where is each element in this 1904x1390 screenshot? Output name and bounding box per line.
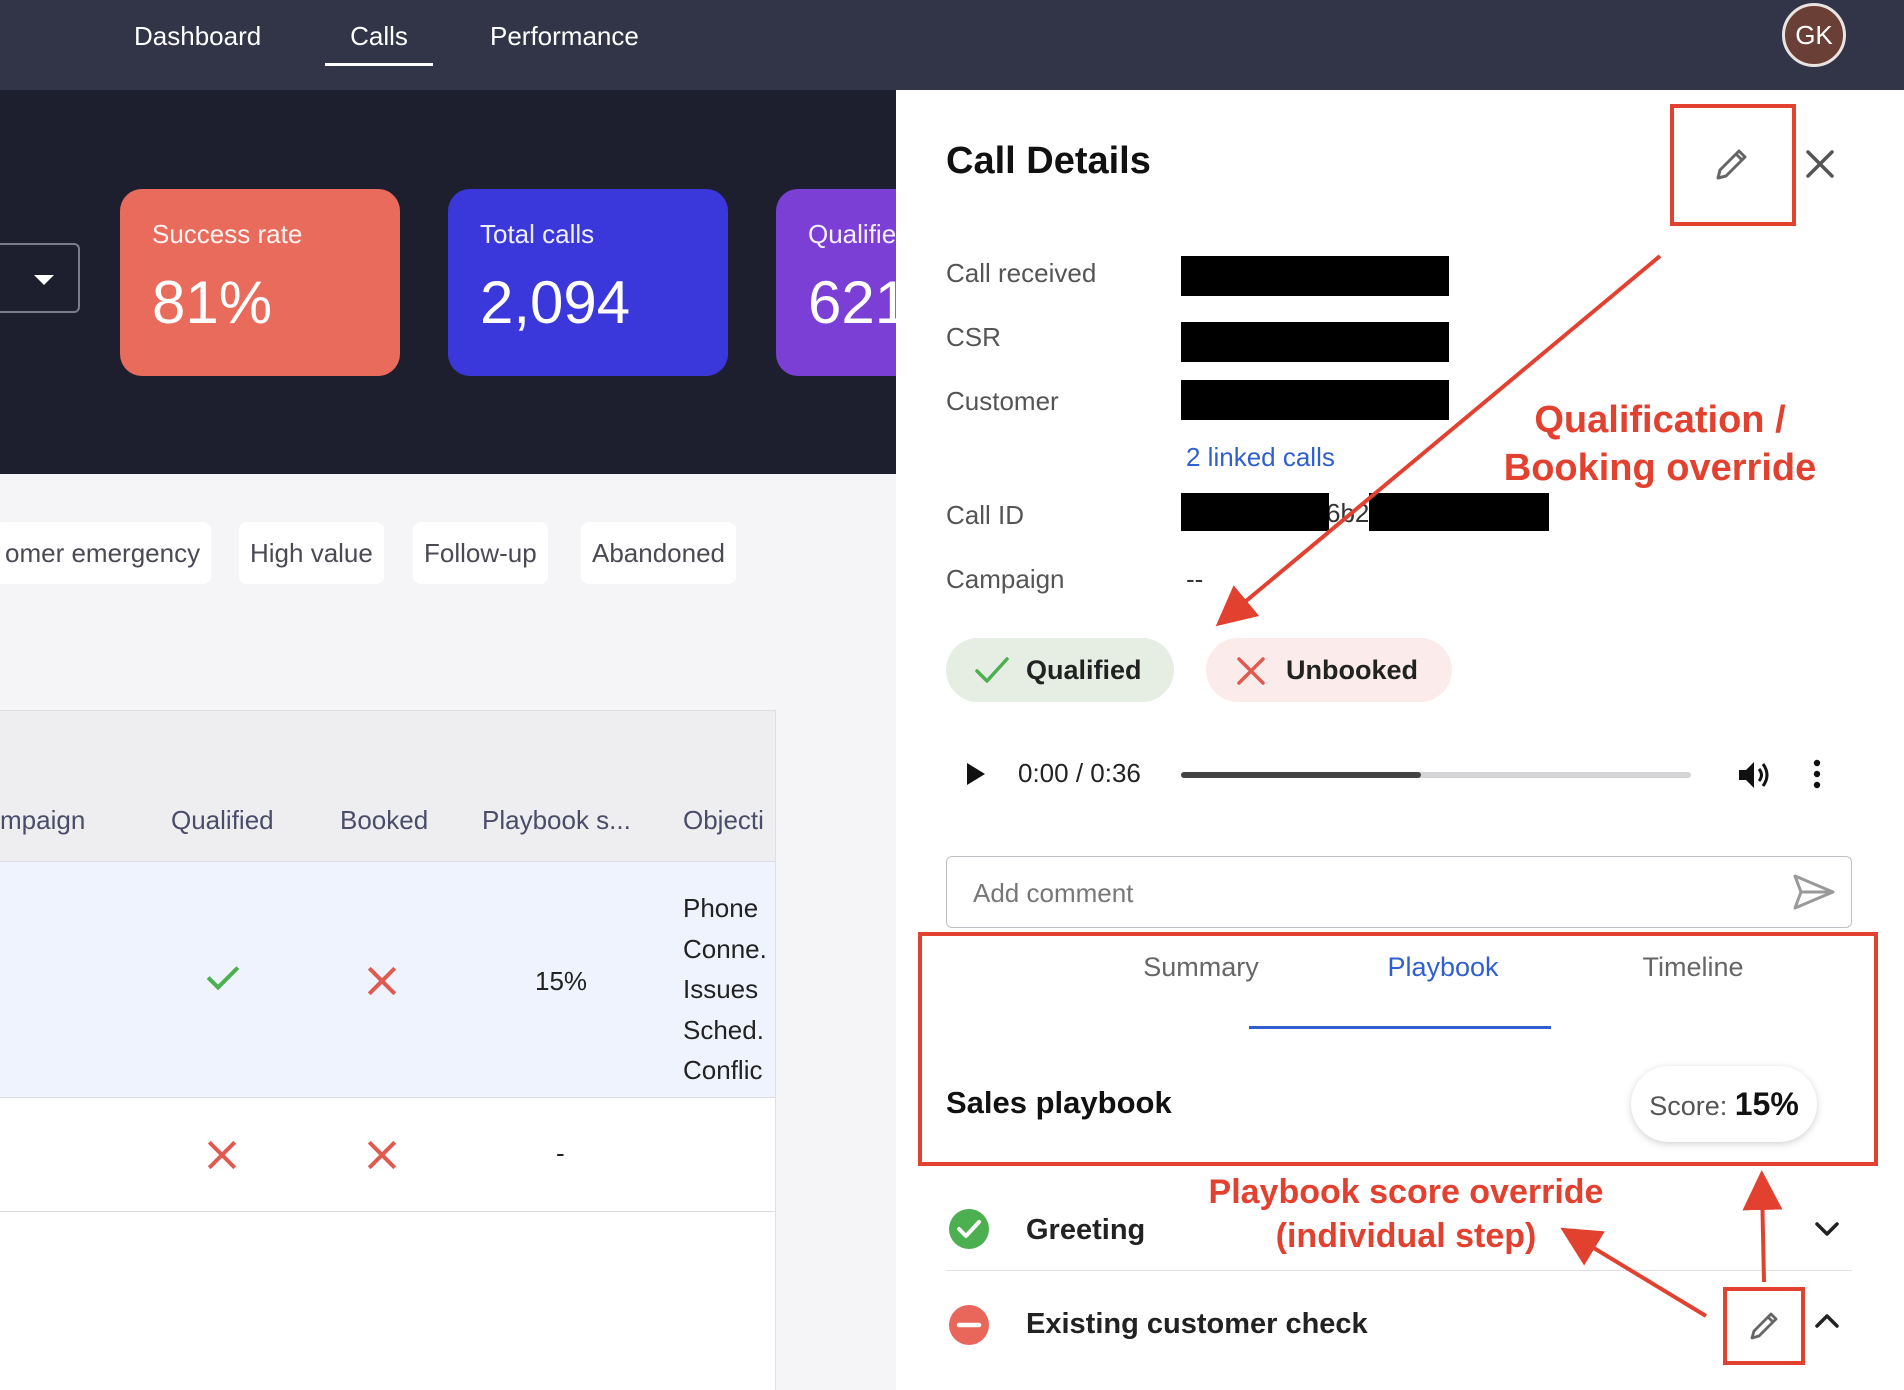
check-icon [975,657,1009,683]
send-icon[interactable] [1792,873,1836,911]
playbook-step-existing-customer[interactable]: Existing customer check [946,1286,1852,1366]
linked-calls-link[interactable]: 2 linked calls [1186,442,1335,473]
comment-box [946,856,1852,928]
stat-label: Total calls [480,219,595,249]
calls-table: mpaign Qualified Booked Playbook s... Ob… [0,710,776,1390]
field-label-csr: CSR [946,322,1001,352]
x-icon [1237,657,1265,685]
stat-label: Qualifie [808,219,896,249]
tag-chip-follow-up[interactable]: Follow-up [413,522,548,584]
table-row[interactable]: - [0,1098,775,1212]
annotation-qualification: Qualification / Booking override [1480,396,1840,492]
redacted-value [1369,493,1549,531]
objections-cell: Phone Conne. Issues Sched. Conflic [683,888,775,1091]
annotation-box-edit [1670,104,1796,226]
stat-label: Success rate [152,219,303,249]
column-header-booked[interactable]: Booked [340,805,428,836]
redacted-value [1181,256,1449,296]
stat-value: 2,094 [480,269,631,336]
tag-chip-high-value[interactable]: High value [239,522,384,584]
unbooked-badge[interactable]: Unbooked [1206,638,1452,702]
nav-active-indicator [325,63,433,66]
step-label: Greeting [1026,1214,1146,1246]
stat-card-total-calls: Total calls 2,094 [448,189,728,376]
objection-line: Sched. [683,1014,764,1045]
nav-dashboard[interactable]: Dashboard [134,0,261,90]
table-header: mpaign Qualified Booked Playbook s... Ob… [0,711,775,862]
annotation-line: (individual step) [1275,1217,1537,1255]
booked-x-icon [367,966,397,996]
objection-line: Issues [683,974,759,1004]
comment-input[interactable] [973,875,1733,911]
qualified-check-icon [206,957,240,991]
more-options-icon[interactable] [1812,758,1822,790]
annotation-playbook-score: Playbook score override (individual step… [1176,1170,1636,1258]
audio-player: 0:00 / 0:36 [946,740,1826,810]
top-navigation: Dashboard Calls Performance GK [0,0,1904,90]
close-icon [1806,150,1834,178]
playbook-score-cell: - [556,1138,565,1168]
redacted-value [1181,493,1329,531]
annotation-box-playbook [918,932,1878,1166]
column-header-qualified[interactable]: Qualified [171,805,274,836]
chevron-up-icon[interactable] [1812,1308,1842,1334]
audio-progress-track[interactable] [1181,772,1691,778]
stat-value: 81% [152,269,273,336]
objection-line: Conne. [683,933,767,964]
redacted-value [1181,380,1449,420]
volume-icon[interactable] [1736,758,1772,792]
qualified-label: Qualified [1026,655,1142,685]
column-header-playbook-score[interactable]: Playbook s... [482,805,631,836]
audio-progress-fill [1181,772,1421,778]
filter-dropdown[interactable] [0,243,80,313]
check-circle-icon [949,1209,989,1249]
campaign-value: -- [1186,564,1204,594]
objection-line: Phone [683,893,759,923]
booked-x-icon [367,1140,397,1170]
unbooked-label: Unbooked [1286,655,1418,685]
stat-card-success-rate: Success rate 81% [120,189,400,376]
avatar[interactable]: GK [1782,3,1846,67]
annotation-box-step-edit [1723,1287,1805,1365]
qualified-badge[interactable]: Qualified [946,638,1174,702]
play-icon[interactable] [964,760,988,788]
nav-calls[interactable]: Calls [325,0,433,90]
field-label-call-id: Call ID [946,500,1025,530]
nav-calls-label: Calls [350,21,408,51]
nav-performance[interactable]: Performance [490,0,639,90]
field-label-campaign: Campaign [946,564,1065,594]
table-row[interactable]: 15% Phone Conne. Issues Sched. Conflic [0,862,775,1098]
chevron-down-icon [34,275,54,285]
chevron-down-icon[interactable] [1812,1216,1842,1242]
minus-circle-icon [949,1305,989,1345]
stat-value: 621 [808,269,896,336]
stat-card-qualified: Qualifie 621 [776,189,896,376]
qualified-x-icon [207,1140,237,1170]
redacted-value [1181,322,1449,362]
step-label: Existing customer check [1026,1308,1368,1340]
tag-chip-emergency[interactable]: omer emergency [0,522,212,584]
step-divider [946,1270,1852,1271]
stats-band: Success rate 81% Total calls 2,094 Quali… [0,90,896,474]
column-header-objections[interactable]: Objecti [683,805,764,836]
field-label-call-received: Call received [946,258,1097,288]
call-id-partial: 6b2 [1326,498,1370,528]
annotation-line: Playbook score override [1208,1173,1604,1211]
annotation-line: Booking override [1503,447,1817,489]
annotation-line: Qualification / [1534,399,1786,441]
tag-chip-abandoned[interactable]: Abandoned [581,522,737,584]
objection-line: Conflic [683,1055,763,1085]
field-label-customer: Customer [946,386,1059,416]
audio-time: 0:00 / 0:36 [1018,758,1141,788]
close-button[interactable] [1796,140,1844,188]
playbook-score-cell: 15% [535,966,588,996]
column-header-campaign[interactable]: mpaign [0,805,85,836]
panel-title: Call Details [946,140,1151,182]
